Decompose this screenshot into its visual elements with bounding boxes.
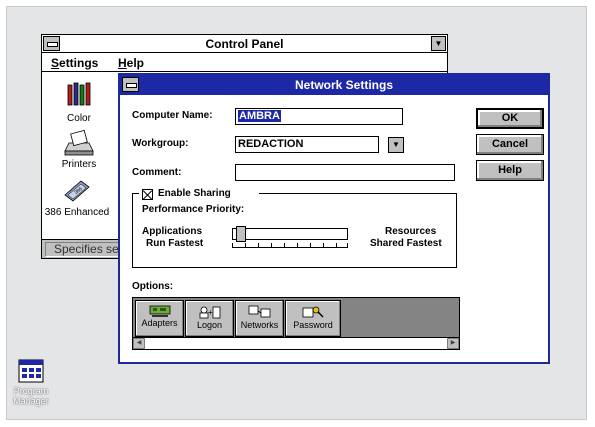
cp-item-label: Printers — [61, 159, 97, 170]
computer-name-value: AMBRA — [238, 110, 281, 122]
cp-item-printers[interactable]: Printers — [44, 129, 114, 170]
ok-button[interactable]: OK — [476, 108, 544, 129]
comment-label: Comment: — [132, 167, 182, 178]
program-manager-icon[interactable]: Program Manager — [10, 358, 52, 406]
minimize-icon[interactable]: ▼ — [431, 36, 446, 51]
cancel-button[interactable]: Cancel — [476, 134, 544, 155]
control-panel-title: Control Panel — [205, 37, 284, 51]
control-panel-menubar: Settings Help — [42, 54, 447, 72]
computer-name-field[interactable]: AMBRA — [235, 108, 403, 125]
menu-settings[interactable]: Settings — [51, 56, 98, 70]
program-manager-label-1: Program — [13, 386, 49, 396]
shared-fastest-label: Shared Fastest — [370, 238, 442, 249]
program-manager-glyph-icon — [18, 359, 44, 383]
networks-button[interactable]: Networks — [235, 300, 284, 337]
computer-name-label: Computer Name: — [132, 110, 213, 121]
enable-sharing-label[interactable]: Enable Sharing — [158, 188, 231, 199]
key-icon — [302, 306, 324, 318]
logon-label: Logon — [196, 320, 223, 330]
program-manager-label-2: Manager — [13, 396, 49, 406]
menu-help[interactable]: Help — [118, 56, 144, 70]
workgroup-field[interactable]: REDACTION — [235, 136, 379, 153]
options-scrollbar[interactable]: ◀ ▶ — [133, 337, 459, 349]
password-button[interactable]: Password — [285, 300, 341, 337]
svg-text:+: + — [208, 308, 213, 317]
logon-button[interactable]: + Logon — [185, 300, 234, 337]
user-logon-icon: + — [199, 306, 220, 319]
workgroup-label: Workgroup: — [132, 138, 189, 149]
network-settings-dialog: Network Settings Computer Name: AMBRA Wo… — [118, 73, 550, 364]
slider-ticks — [232, 243, 348, 248]
control-panel-titlebar[interactable]: Control Panel ▼ — [42, 35, 447, 53]
chip-icon: 386 — [64, 180, 90, 202]
options-pane: Adapters + Logon Networks Password ◀ ▶ — [132, 297, 460, 350]
comment-field[interactable] — [235, 164, 455, 181]
cp-item-label: 386 Enhanced — [44, 207, 110, 218]
help-button[interactable]: Help — [476, 160, 544, 181]
color-palette-icon — [67, 82, 91, 106]
scroll-right-icon[interactable]: ▶ — [447, 338, 459, 349]
cp-item-386-enhanced[interactable]: 386 386 Enhanced — [42, 177, 112, 218]
networks-icon — [248, 305, 270, 318]
printer-icon — [64, 129, 94, 156]
priority-slider[interactable] — [232, 226, 348, 242]
run-fastest-label: Run Fastest — [146, 238, 204, 249]
enable-sharing-checkbox[interactable] — [142, 189, 153, 200]
cp-item-color[interactable]: Color — [44, 79, 114, 124]
password-label: Password — [293, 320, 333, 330]
dialog-title: Network Settings — [294, 78, 393, 92]
dialog-titlebar[interactable]: Network Settings — [120, 75, 548, 95]
performance-priority-label: Performance Priority: — [142, 204, 245, 215]
scroll-left-icon[interactable]: ◀ — [133, 338, 145, 349]
network-card-icon — [149, 305, 170, 317]
networks-label: Networks — [240, 320, 279, 330]
cp-item-label: Color — [67, 113, 91, 124]
adapters-label: Adapters — [141, 318, 178, 328]
workgroup-dropdown-icon[interactable]: ▼ — [388, 137, 404, 153]
applications-label: Applications — [142, 226, 203, 237]
resources-label: Resources — [385, 226, 437, 237]
sharing-group: Enable Sharing Performance Priority: App… — [132, 187, 457, 268]
adapters-button[interactable]: Adapters — [135, 300, 184, 337]
options-label: Options: — [132, 281, 174, 292]
priority-slider-thumb[interactable] — [236, 226, 246, 242]
status-text: Specifies se — [45, 242, 125, 257]
